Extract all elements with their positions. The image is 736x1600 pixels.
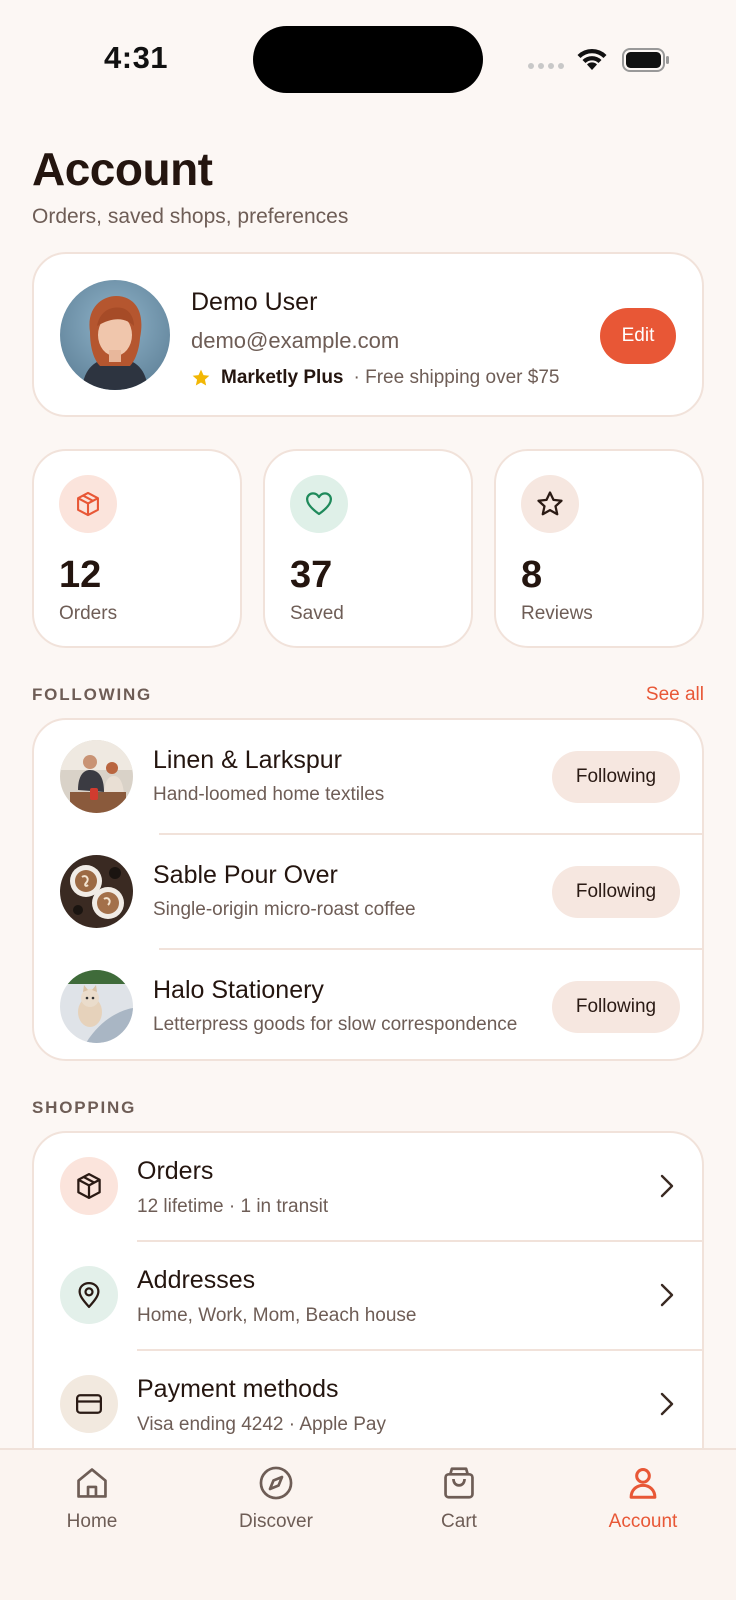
tab-discover[interactable]: Discover (211, 1464, 341, 1544)
stat-label: Orders (59, 603, 118, 624)
menu-item-orders[interactable]: Orders 12 lifetime · 1 in transit (34, 1133, 706, 1240)
menu-item-addresses[interactable]: Addresses Home, Work, Mom, Beach house (34, 1242, 706, 1349)
location-pin-icon (60, 1266, 118, 1324)
tab-cart[interactable]: Cart (394, 1464, 524, 1544)
shop-thumbnail (60, 740, 133, 813)
profile-name: Demo User (191, 288, 318, 316)
following-button[interactable]: Following (552, 751, 680, 803)
dynamic-island (253, 26, 483, 93)
stat-card-saved[interactable]: 37 Saved (263, 449, 473, 648)
stat-value: 37 (290, 554, 333, 596)
following-button[interactable]: Following (552, 981, 680, 1033)
profile-email: demo@example.com (191, 328, 400, 353)
list-item[interactable]: Halo Stationery Letterpress goods for sl… (34, 950, 706, 1063)
shopping-section-title: SHOPPING (32, 1098, 137, 1117)
tab-bar: Home Discover Cart Account (0, 1448, 736, 1600)
stat-card-orders[interactable]: 12 Orders (32, 449, 242, 648)
shopping-list: Orders 12 lifetime · 1 in transit Addres… (32, 1131, 704, 1461)
tab-label: Home (66, 1511, 118, 1532)
edit-profile-button[interactable]: Edit (600, 308, 676, 364)
profile-card: Demo User demo@example.com Marketly Plus… (32, 252, 704, 417)
chevron-right-icon (660, 1392, 674, 1416)
compass-icon (259, 1466, 293, 1500)
following-section-title: FOLLOWING (32, 685, 153, 704)
stat-label: Reviews (521, 603, 593, 624)
membership-row: Marketly Plus · Free shipping over $75 (191, 367, 559, 389)
menu-item-subtitle: Visa ending 4242 · Apple Pay (137, 1414, 386, 1435)
list-item[interactable]: Sable Pour Over Single-origin micro-roas… (34, 835, 706, 948)
following-list: Linen & Larkspur Hand-loomed home textil… (32, 718, 704, 1061)
following-button[interactable]: Following (552, 866, 680, 918)
tab-label: Cart (441, 1511, 477, 1532)
tab-account[interactable]: Account (578, 1464, 708, 1544)
shop-description: Single-origin micro-roast coffee (153, 899, 416, 920)
stat-card-reviews[interactable]: 8 Reviews (494, 449, 704, 648)
box-icon (59, 475, 117, 533)
stat-label: Saved (290, 603, 344, 624)
tab-label: Account (608, 1511, 678, 1532)
tab-label: Discover (239, 1511, 313, 1532)
star-icon (192, 369, 210, 386)
membership-label: Marketly Plus (221, 367, 344, 388)
see-all-link[interactable]: See all (646, 684, 704, 706)
home-icon (77, 1468, 107, 1498)
wifi-icon (577, 48, 607, 70)
avatar (60, 280, 170, 390)
status-time: 4:31 (104, 40, 169, 75)
star-outline-icon (521, 475, 579, 533)
chevron-right-icon (660, 1174, 674, 1198)
menu-item-title: Payment methods (137, 1375, 339, 1403)
chevron-right-icon (660, 1283, 674, 1307)
shop-description: Hand-loomed home textiles (153, 784, 385, 805)
stat-value: 12 (59, 554, 102, 596)
list-item[interactable]: Linen & Larkspur Hand-loomed home textil… (34, 720, 706, 833)
box-icon (60, 1157, 118, 1215)
menu-item-subtitle: 12 lifetime · 1 in transit (137, 1196, 329, 1217)
shopping-bag-icon (444, 1467, 474, 1499)
menu-item-title: Orders (137, 1157, 214, 1185)
shop-thumbnail (60, 970, 133, 1043)
stat-value: 8 (521, 554, 543, 596)
menu-item-subtitle: Home, Work, Mom, Beach house (137, 1305, 417, 1326)
shop-description: Letterpress goods for slow correspondenc… (153, 1014, 518, 1035)
menu-item-title: Addresses (137, 1266, 256, 1294)
tab-home[interactable]: Home (27, 1464, 157, 1544)
shop-name: Halo Stationery (153, 976, 324, 1004)
status-bar: 4:31 (0, 0, 736, 110)
shop-name: Linen & Larkspur (153, 746, 343, 774)
shop-name: Sable Pour Over (153, 861, 338, 889)
battery-icon (622, 48, 669, 72)
page-title: Account (32, 143, 213, 195)
shop-thumbnail (60, 855, 133, 928)
credit-card-icon (60, 1375, 118, 1433)
cellular-signal-icon (528, 63, 564, 69)
heart-icon (290, 475, 348, 533)
page-subtitle: Orders, saved shops, preferences (32, 205, 349, 228)
user-icon (629, 1468, 657, 1499)
membership-note: · Free shipping over $75 (353, 367, 560, 388)
menu-item-payment-methods[interactable]: Payment methods Visa ending 4242 · Apple… (34, 1351, 706, 1458)
